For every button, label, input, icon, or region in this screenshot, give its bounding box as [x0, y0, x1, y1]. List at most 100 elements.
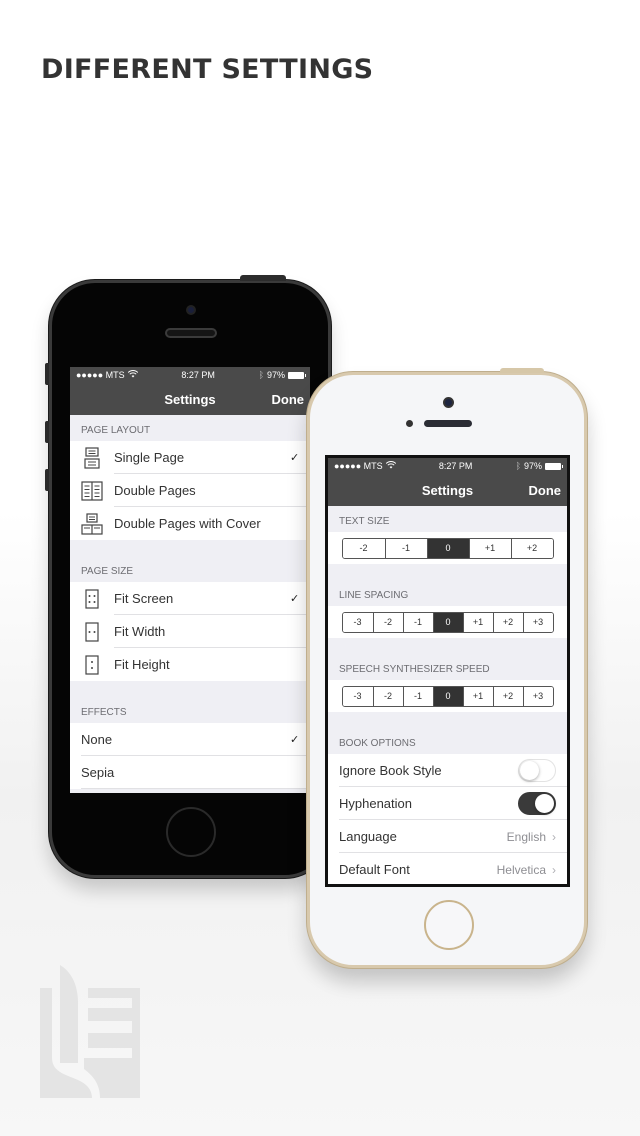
segment-option[interactable]: -2 [372, 612, 403, 632]
status-bar: ●●●●● MTS 8:27 PM ᛒ 97% [328, 458, 567, 474]
home-button [166, 807, 216, 857]
segment-option[interactable]: +1 [462, 612, 493, 632]
section-header-page-size: PAGE SIZE [81, 566, 134, 577]
option-effect-sepia[interactable]: Sepia [70, 756, 310, 789]
segment-option[interactable]: -2 [342, 538, 385, 558]
segment-option[interactable]: +2 [492, 686, 523, 706]
option-label: Fit Height [114, 657, 170, 672]
fit-screen-icon [70, 588, 114, 609]
segment-option[interactable]: +2 [510, 538, 553, 558]
default-font-label: Default Font [339, 862, 410, 877]
segment-option[interactable]: -1 [402, 686, 433, 706]
section-header-page-layout: PAGE LAYOUT [81, 425, 151, 436]
option-double-pages[interactable]: Double Pages [70, 474, 310, 507]
status-bar: ●●●●● MTS 8:27 PM ᛒ 97% [70, 367, 310, 383]
power-button [240, 275, 286, 281]
segment-option[interactable]: 0 [426, 538, 469, 558]
option-effect-none[interactable]: None ✓ [70, 723, 310, 756]
wifi-icon [385, 461, 396, 471]
section-header-text-size: TEXT SIZE [339, 516, 390, 527]
segment-option[interactable]: -2 [372, 686, 403, 706]
section-header-effects: EFFECTS [81, 707, 127, 718]
option-single-page[interactable]: Single Page ✓ [70, 441, 310, 474]
front-camera [443, 397, 454, 408]
option-label: Single Page [114, 450, 185, 465]
segment-option[interactable]: +1 [468, 538, 511, 558]
battery-percent: 97% [523, 461, 542, 471]
line-spacing-segmented-control[interactable]: -3 -2 -1 0 +1 +2 +3 [341, 611, 554, 633]
app-logo-icon [40, 965, 140, 1098]
volume-down-button [45, 469, 49, 491]
option-fit-width[interactable]: Fit Width [70, 615, 310, 648]
language-row[interactable]: Language English › [328, 820, 567, 853]
proximity-sensor [406, 420, 413, 427]
bluetooth-icon: ᛒ [515, 461, 521, 471]
home-button [424, 900, 474, 950]
line-spacing-row: -3 -2 -1 0 +1 +2 +3 [328, 606, 567, 638]
segment-option[interactable]: 0 [432, 612, 463, 632]
book-options-group: Ignore Book Style Hyphenation Language E… [328, 754, 567, 884]
page-size-group: Fit Screen ✓ Fit Width Fit Height [70, 582, 310, 681]
carrier-label: ●●●●● MTS [76, 370, 125, 380]
nav-bar: Settings Done [70, 383, 310, 415]
status-time: 8:27 PM [438, 461, 473, 471]
segment-option[interactable]: +2 [492, 612, 523, 632]
option-label: Sepia [81, 765, 115, 780]
battery-icon [287, 371, 306, 379]
battery-icon [544, 462, 563, 470]
page-layout-group: Single Page ✓ Double Pages Double Pages … [70, 441, 310, 540]
option-double-pages-with-cover[interactable]: Double Pages with Cover [70, 507, 310, 540]
wifi-icon [127, 370, 138, 380]
battery-percent: 97% [266, 370, 285, 380]
front-camera [186, 305, 196, 315]
segment-option[interactable]: 0 [432, 686, 463, 706]
settings-screen-layout: ●●●●● MTS 8:27 PM ᛒ 97% Settings Done PA… [70, 367, 310, 793]
option-label: None [81, 732, 113, 747]
option-fit-screen[interactable]: Fit Screen ✓ [70, 582, 310, 615]
text-size-segmented-control[interactable]: -2 -1 0 +1 +2 [341, 537, 554, 559]
status-time: 8:27 PM [181, 370, 215, 380]
ignore-book-style-row: Ignore Book Style [328, 754, 567, 787]
option-label: Fit Width [114, 624, 166, 639]
segment-option[interactable]: -3 [342, 686, 373, 706]
fit-width-icon [70, 621, 114, 642]
segment-option[interactable]: +1 [462, 686, 493, 706]
ignore-book-style-label: Ignore Book Style [339, 763, 442, 778]
earpiece-speaker [165, 328, 217, 338]
chevron-right-icon: › [552, 829, 556, 844]
option-label: Fit Screen [114, 591, 174, 606]
power-button [500, 368, 544, 373]
black-iphone: ●●●●● MTS 8:27 PM ᛒ 97% Settings Done PA… [45, 275, 331, 878]
section-header-book-options: BOOK OPTIONS [339, 738, 416, 749]
segment-option[interactable]: -1 [402, 612, 433, 632]
single-page-icon [70, 446, 114, 469]
nav-title: Settings [421, 482, 474, 498]
hyphenation-row: Hyphenation [328, 787, 567, 820]
mute-switch [45, 363, 49, 385]
speech-speed-segmented-control[interactable]: -3 -2 -1 0 +1 +2 +3 [341, 685, 554, 707]
done-button[interactable]: Done [529, 483, 562, 498]
hyphenation-toggle[interactable] [518, 792, 556, 815]
segment-option[interactable]: +3 [522, 612, 553, 632]
segment-option[interactable]: -3 [342, 612, 373, 632]
bluetooth-icon: ᛒ [258, 370, 264, 380]
chevron-right-icon: › [552, 862, 556, 877]
option-label: Double Pages with Cover [114, 516, 261, 531]
done-button[interactable]: Done [272, 392, 305, 407]
option-fit-height[interactable]: Fit Height [70, 648, 310, 681]
settings-screen-reading: ●●●●● MTS 8:27 PM ᛒ 97% Settings Done TE… [325, 455, 570, 887]
section-header-speech-speed: SPEECH SYNTHESIZER SPEED [339, 664, 490, 675]
ignore-book-style-toggle[interactable] [518, 759, 556, 782]
section-header-line-spacing: LINE SPACING [339, 590, 409, 601]
carrier-label: ●●●●● MTS [334, 461, 383, 471]
earpiece-speaker [424, 420, 472, 427]
segment-option[interactable]: -1 [384, 538, 427, 558]
hyphenation-label: Hyphenation [339, 796, 412, 811]
segment-option[interactable]: +3 [522, 686, 553, 706]
language-label: Language [339, 829, 397, 844]
toggle-knob [520, 761, 539, 780]
option-label: Double Pages [114, 483, 196, 498]
default-font-row[interactable]: Default Font Helvetica › [328, 853, 567, 884]
nav-bar: Settings Done [328, 474, 567, 506]
fit-height-icon [70, 654, 114, 675]
